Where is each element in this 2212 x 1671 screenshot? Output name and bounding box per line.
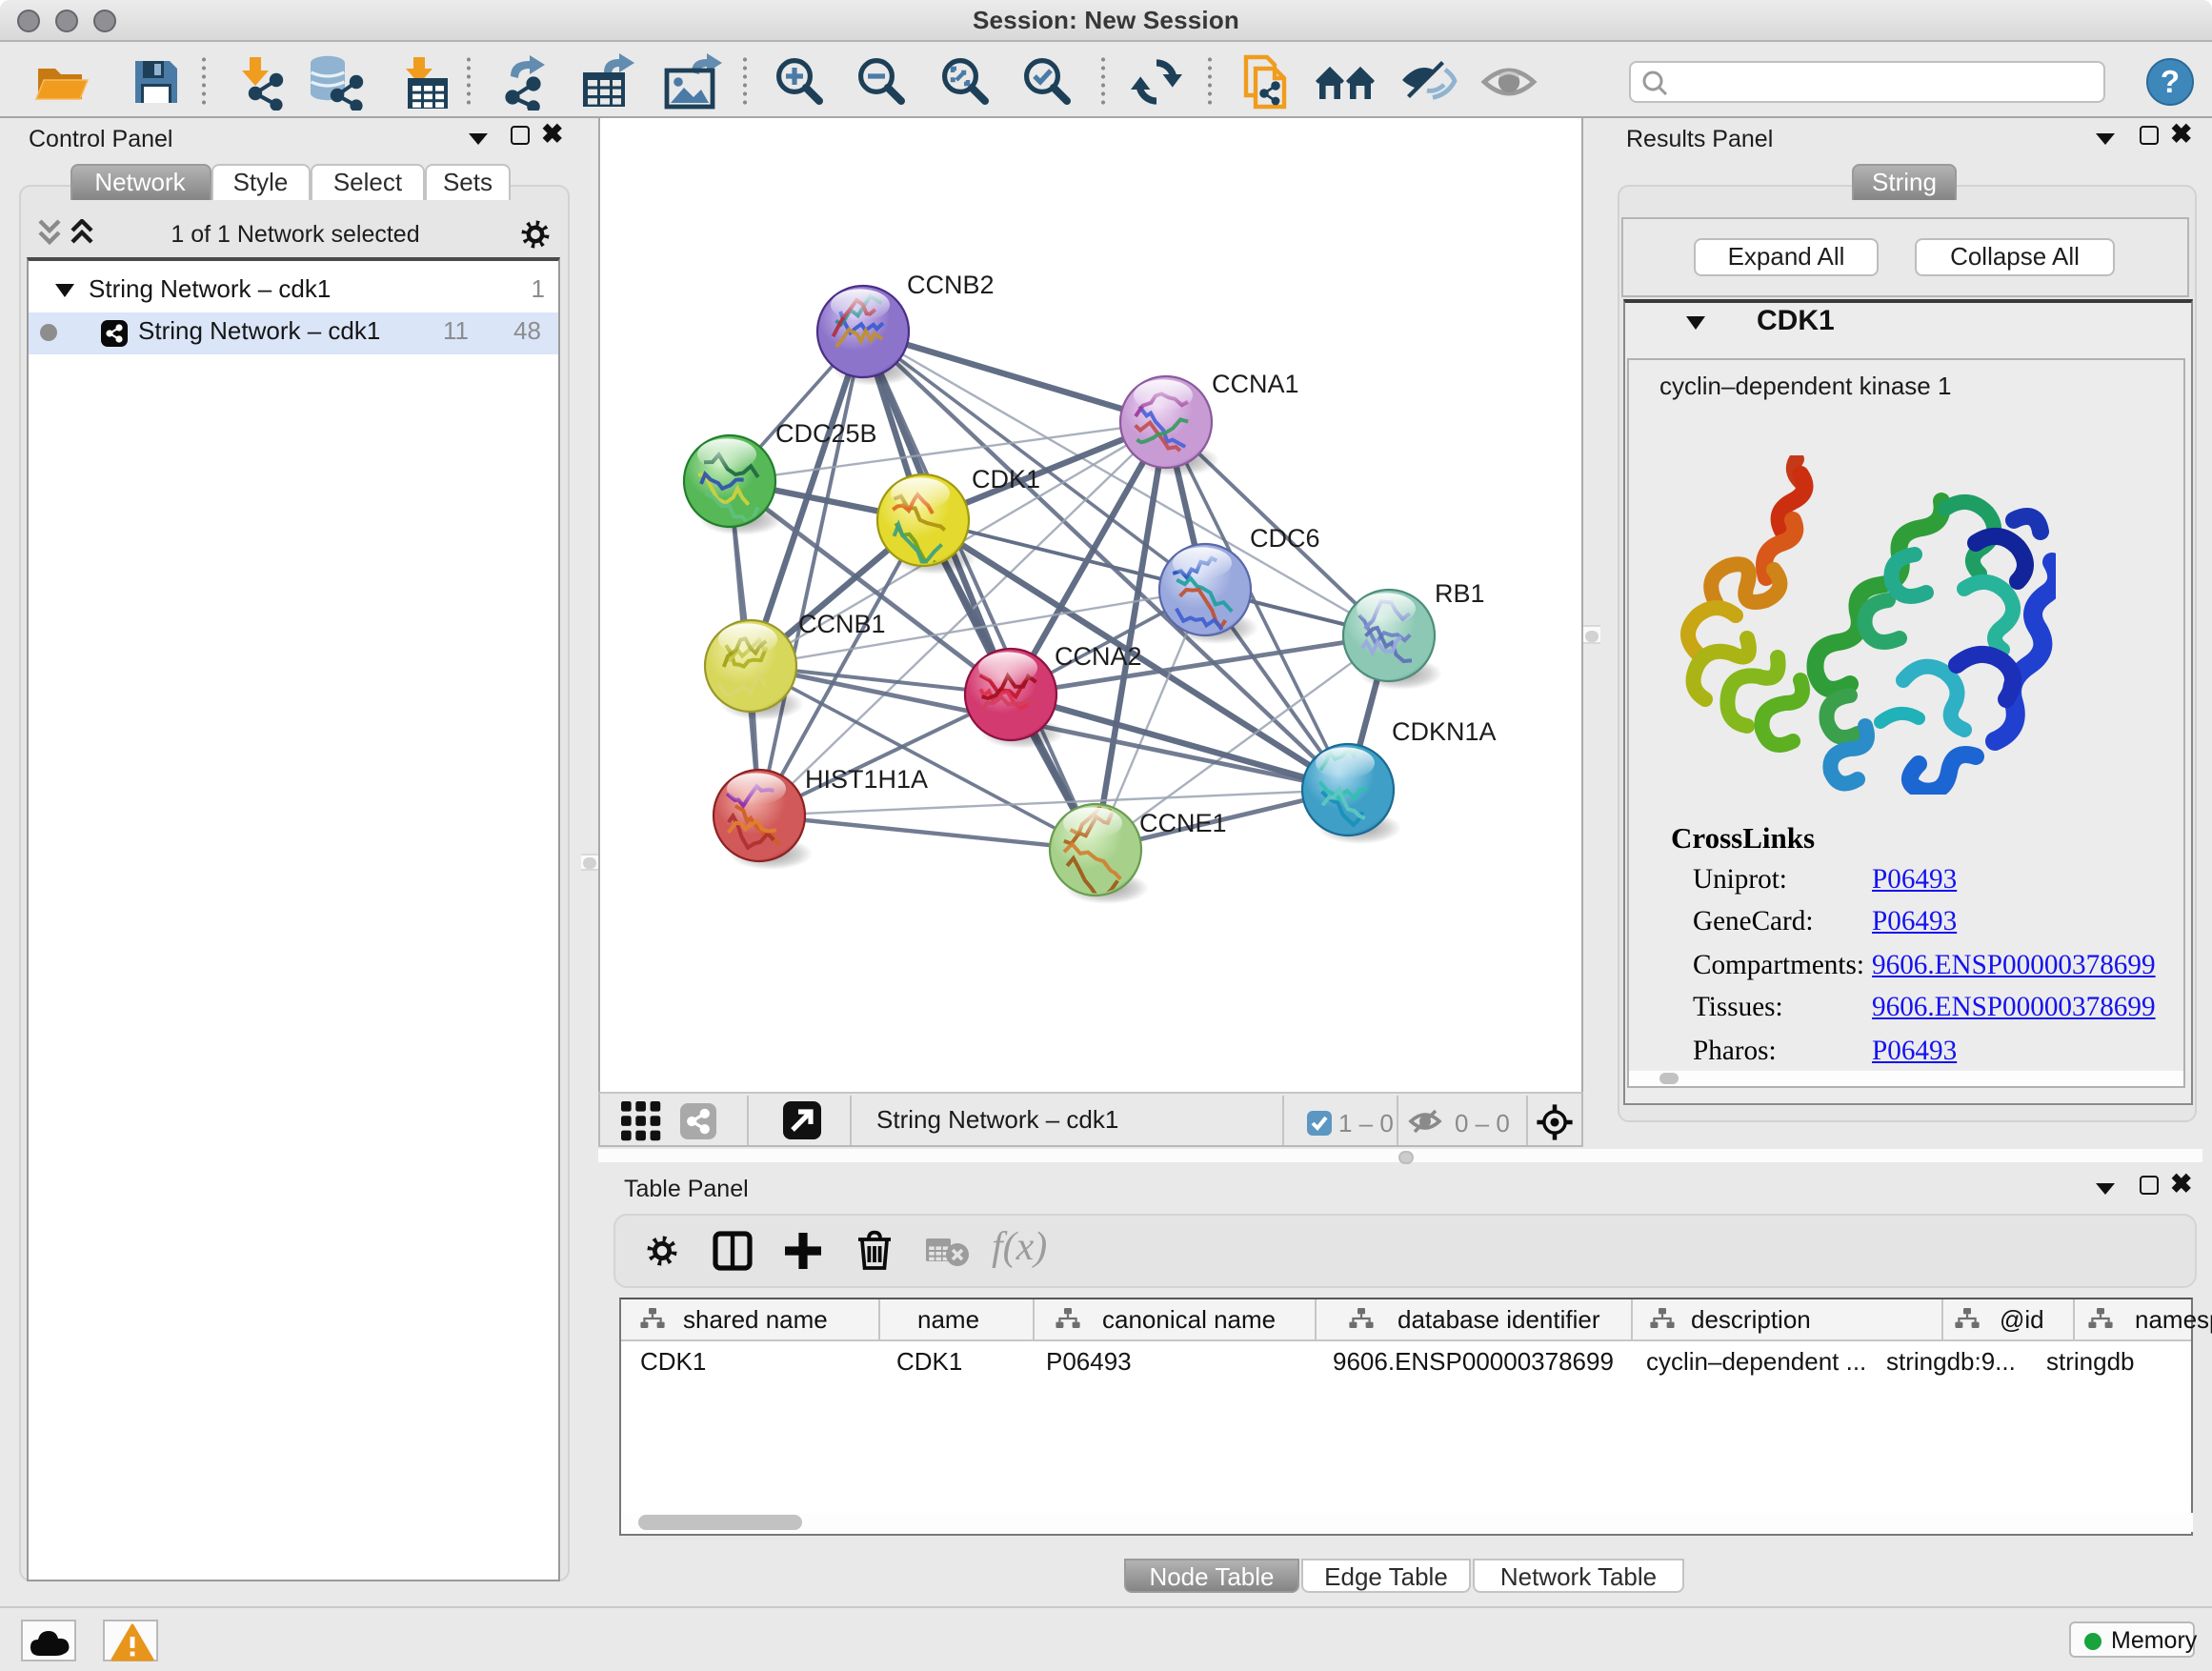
- svg-text:CDKN1A: CDKN1A: [1392, 717, 1497, 746]
- svg-text:CDK1: CDK1: [972, 465, 1040, 493]
- svg-text:CDC25B: CDC25B: [775, 419, 877, 448]
- svg-text:RB1: RB1: [1435, 579, 1485, 608]
- svg-text:?: ?: [2161, 64, 2180, 99]
- svg-text:CCNA2: CCNA2: [1055, 642, 1142, 671]
- svg-text:HIST1H1A: HIST1H1A: [805, 765, 928, 794]
- svg-text:CCNE1: CCNE1: [1139, 809, 1227, 837]
- svg-text:CCNA1: CCNA1: [1212, 370, 1299, 398]
- svg-text:CDC6: CDC6: [1250, 524, 1320, 553]
- svg-text:CCNB1: CCNB1: [798, 610, 886, 638]
- svg-text:CCNB2: CCNB2: [907, 271, 995, 299]
